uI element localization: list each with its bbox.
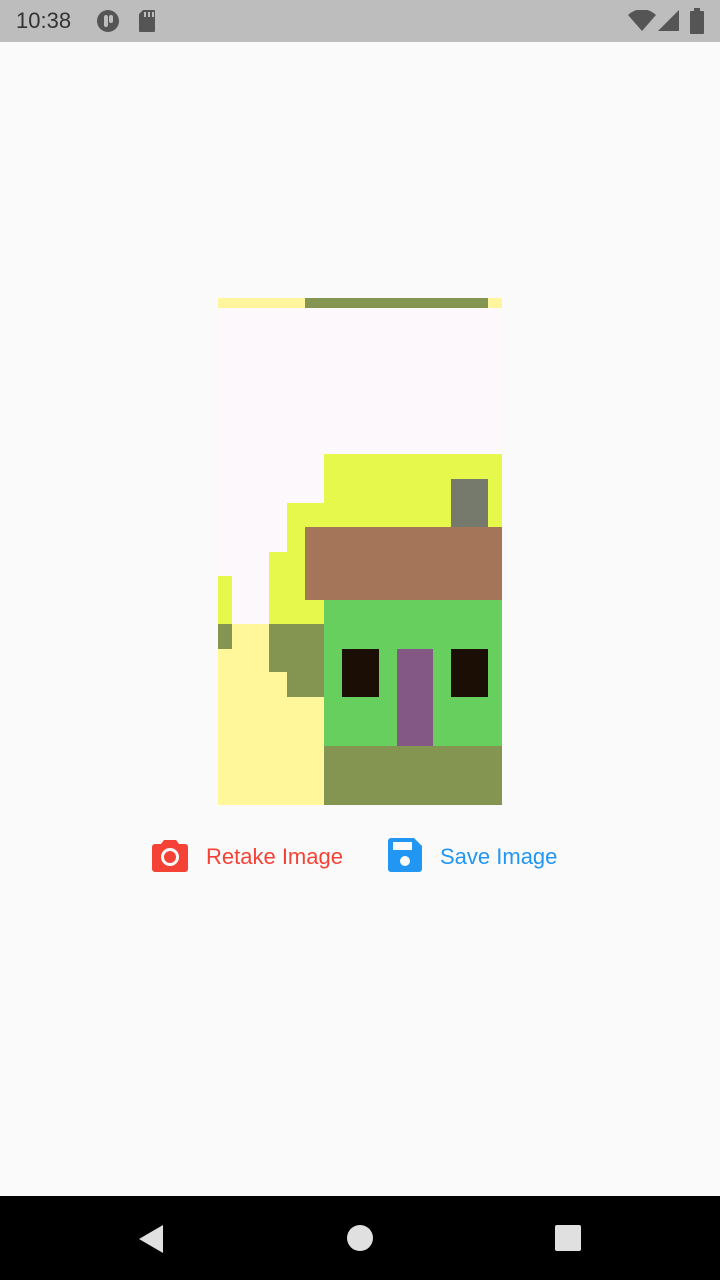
image-preview-screen: Retake Image Save Image xyxy=(0,42,720,1196)
home-icon[interactable] xyxy=(347,1225,373,1256)
camera-icon xyxy=(152,838,188,877)
floppy-disk-icon xyxy=(388,837,422,877)
signal-icon xyxy=(658,10,680,37)
battery-icon xyxy=(690,8,704,39)
save-image-button[interactable]: Save Image xyxy=(388,832,557,882)
retake-image-button[interactable]: Retake Image xyxy=(152,832,343,882)
wifi-icon xyxy=(628,9,656,37)
app-notification-icon xyxy=(96,9,120,38)
retake-image-label: Retake Image xyxy=(206,844,343,869)
image-actions: Retake Image Save Image xyxy=(0,832,720,882)
navigation-bar xyxy=(0,1196,720,1280)
pixel-art-house-image xyxy=(218,298,502,805)
status-bar: 10:38 xyxy=(0,0,720,42)
status-time: 10:38 xyxy=(16,8,72,33)
save-image-label: Save Image xyxy=(440,844,558,869)
back-icon[interactable] xyxy=(138,1224,164,1259)
sd-card-icon xyxy=(138,9,156,38)
recents-icon[interactable] xyxy=(555,1225,581,1256)
